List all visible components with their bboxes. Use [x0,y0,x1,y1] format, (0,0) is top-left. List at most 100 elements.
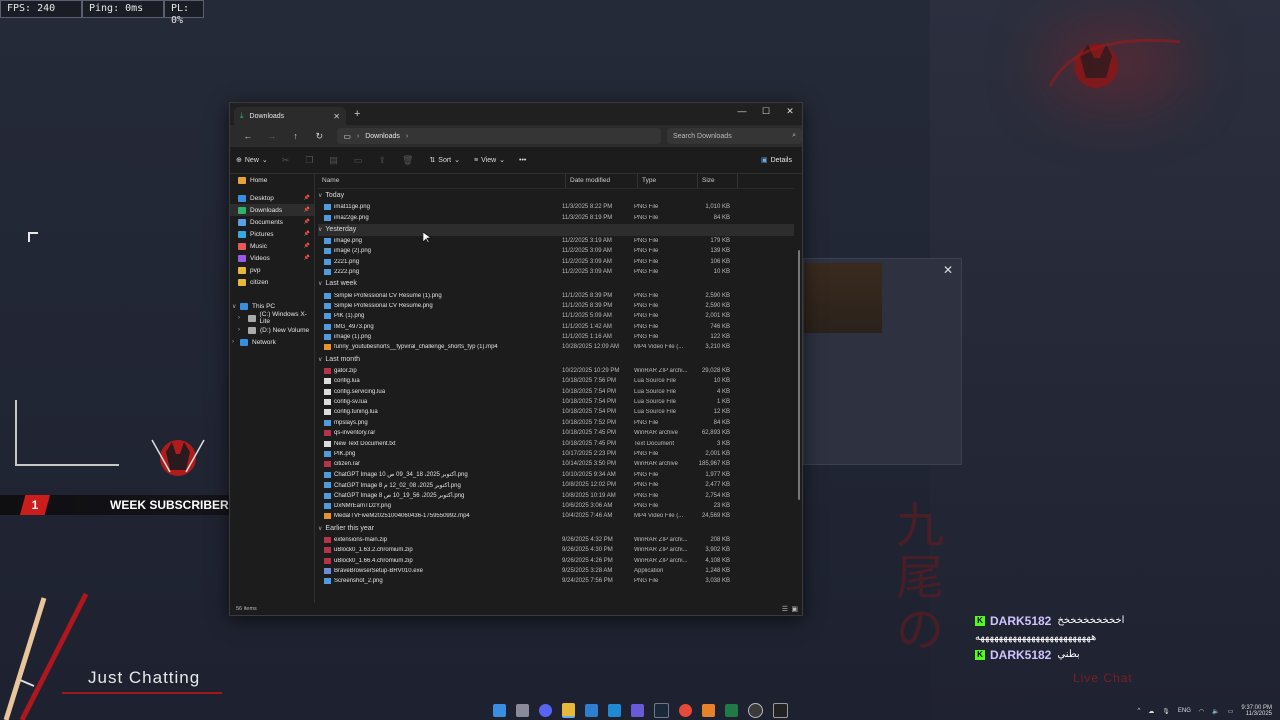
file-row[interactable]: Simple Professional CV Resume.png 11/1/20… [318,301,794,311]
forward-arrow-icon[interactable]: → [260,131,284,141]
battery-icon[interactable]: ▭ [1228,708,1234,715]
start-windows-icon[interactable] [492,703,506,717]
copy-icon[interactable]: ❐ [305,155,313,166]
file-row[interactable]: PIK.png 10/17/2025 2:23 PM PNG File 2,001 K… [318,449,794,459]
column-header-size[interactable]: Size [698,174,738,188]
file-explorer-window[interactable]: ⤓ Downloads ✕ + — ☐ ✕ ← → ↑ ↻ ▭ › Downlo… [229,102,803,616]
file-row[interactable]: Screenshot_2.png 9/24/2025 7:56 PM PNG Fil… [318,576,794,586]
search-input[interactable]: Search Downloads ⌕ [666,128,803,144]
refresh-icon[interactable]: ↻ [307,131,331,142]
expand-chevron-icon[interactable]: › [238,327,240,333]
group-header[interactable]: ∨ Today [318,190,794,202]
file-row[interactable]: gator.zip 10/22/2025 10:29 PM WinRAR ZIP a… [318,366,794,376]
column-header-name[interactable]: Name [318,174,566,188]
sidebar-item-pvp[interactable]: pvp [230,264,314,276]
group-collapse-icon[interactable]: ∨ [318,193,322,199]
file-row[interactable]: image.png 11/2/2025 3:19 AM PNG File 179 KB [318,236,794,246]
popup-close-icon[interactable]: ✕ [943,263,953,277]
details-button[interactable]: ▣ Details [761,156,792,165]
group-header[interactable]: ∨ Last week [318,278,794,290]
tree-item-3[interactable]: › Network [230,336,314,348]
file-row[interactable]: ChatGPT Image 8 أكتوبر 2025، 56_19_10 ص.… [318,490,794,500]
explorer-taskbar-icon[interactable] [561,702,575,718]
obs-icon[interactable] [747,702,763,718]
microphone-icon[interactable]: 🎙 [1162,708,1170,715]
sidebar-item-music[interactable]: Music 📌 [230,240,314,252]
tray-icon[interactable]: ☁ [1148,708,1154,715]
language-indicator[interactable]: ENG [1178,708,1191,714]
file-row[interactable]: uBlock0_1.63.2.chromium.zip 9/26/2025 4:3… [318,545,794,555]
group-collapse-icon[interactable]: ∨ [318,357,322,363]
tab-downloads[interactable]: ⤓ Downloads ✕ [234,107,346,125]
up-arrow-icon[interactable]: ↑ [284,131,308,141]
vertical-scrollbar[interactable] [798,250,800,500]
file-row[interactable]: ChatGPT Image 8 أكتوبر 2025، 08_02_12 م.… [318,480,794,490]
kick-icon[interactable] [772,702,788,718]
sidebar-item-desktop[interactable]: Desktop 📌 [230,192,314,204]
file-row[interactable]: config.lua 10/18/2025 7:56 PM Lua Source F… [318,376,794,386]
cut-icon[interactable]: ✂ [282,155,290,166]
rename-icon[interactable]: ▭ [354,155,363,166]
view-button[interactable]: ≡ View ⌄ [474,156,505,165]
list-view-icon[interactable]: ☰ [782,605,788,613]
file-row[interactable]: DxNMrEamTDzY.png 10/6/2025 3:06 AM PNG Fil… [318,501,794,511]
excel-icon[interactable] [724,703,738,717]
file-row[interactable]: Simple Professional CV Resume (1).png 11/… [318,290,794,300]
expand-chevron-icon[interactable]: ∨ [232,303,236,310]
file-row[interactable]: extensions-main.zip 9/26/2025 4:32 PM WinR… [318,535,794,545]
file-row[interactable]: imat11ge.png 11/3/2025 8:22 PM PNG File 1,0… [318,202,794,212]
sidebar-item-pictures[interactable]: Pictures 📌 [230,228,314,240]
vscode-icon[interactable] [607,703,621,717]
group-header[interactable]: ∨ Last month [318,354,794,366]
new-button[interactable]: ⊕ New ⌄ [236,156,268,165]
file-row[interactable]: qs-inventory.rar 10/18/2025 7:45 PM WinRAR… [318,428,794,438]
tiles-view-icon[interactable]: ▣ [791,605,798,613]
file-row[interactable]: citizen.rar 10/14/2025 3:50 PM WinRAR arch… [318,459,794,469]
file-row[interactable]: mpslays.png 10/18/2025 7:52 PM PNG File 84 … [318,418,794,428]
file-row[interactable]: IMG_4973.png 11/1/2025 1:42 AM PNG File 746… [318,322,794,332]
more-options-button[interactable]: ••• [519,157,526,164]
file-row[interactable]: config.tuning.lua 10/18/2025 7:54 PM Lua S… [318,407,794,417]
file-row[interactable]: image (2).png 11/2/2025 3:09 AM PNG File 13… [318,246,794,256]
column-header-date[interactable]: Date modified [566,174,638,188]
tree-item-2[interactable]: › (D:) New Volume [230,324,314,336]
address-bar[interactable]: ▭ › Downloads › [337,128,661,144]
minimize-icon[interactable]: — [730,103,754,119]
vlc-icon[interactable] [701,703,715,717]
file-row[interactable]: 2222.png 11/2/2025 3:09 AM PNG File 10 KB [318,267,794,277]
file-row[interactable]: uBlock0_1.66.4.chromium.zip 9/26/2025 4:2… [318,555,794,565]
photos-icon[interactable] [584,703,598,717]
sort-button[interactable]: ⇅ Sort ⌄ [429,156,460,165]
close-window-icon[interactable]: ✕ [778,103,802,119]
file-row[interactable]: BraveBrowserSetup-BRV010.exe 9/25/2025 3:… [318,566,794,576]
column-header-type[interactable]: Type [638,174,698,188]
sidebar-item-citizen[interactable]: citizen [230,276,314,288]
app-icon[interactable] [630,703,644,717]
tree-item-1[interactable]: › (C:) Windows X-Lite [230,311,314,325]
group-collapse-icon[interactable]: ∨ [318,281,322,287]
file-row[interactable]: config-sv.lua 10/18/2025 7:54 PM Lua Sourc… [318,397,794,407]
delete-icon[interactable]: 🗑 [402,155,413,166]
paste-icon[interactable]: ▤ [329,155,338,166]
file-row[interactable]: ima22ge.png 11/3/2025 8:19 PM PNG File 84 K… [318,212,794,222]
group-header[interactable]: ∨ Earlier this year [318,523,794,535]
group-header[interactable]: ∨ Yesterday [318,223,794,236]
file-row[interactable]: MedalTVFiveM20251004060436-1759550992.mp… [318,511,794,521]
steam-icon[interactable] [653,702,669,718]
file-row[interactable]: PIK (1).png 11/1/2025 5:09 AM PNG File 2,00… [318,311,794,321]
group-collapse-icon[interactable]: ∨ [318,227,322,233]
close-tab-icon[interactable]: ✕ [333,112,340,121]
discord-icon[interactable] [538,703,552,717]
sidebar-item-downloads[interactable]: Downloads 📌 [230,204,314,216]
expand-chevron-icon[interactable]: › [232,339,234,345]
file-row[interactable]: funny_youtubeshorts__fypviral_challenge_… [318,342,794,352]
maximize-icon[interactable]: ☐ [754,103,778,119]
volume-icon[interactable]: 🔈 [1212,708,1219,715]
sidebar-item-home[interactable]: Home [230,174,314,186]
breadcrumb-downloads[interactable]: Downloads [365,133,400,140]
file-row[interactable]: 2221.png 11/2/2025 3:09 AM PNG File 106 KB [318,257,794,267]
file-row[interactable]: New Text Document.txt 10/18/2025 7:45 PM T… [318,438,794,448]
tray-chevron-icon[interactable]: ^ [1137,708,1140,714]
chrome-icon[interactable] [678,703,692,717]
new-tab-button[interactable]: + [354,108,360,120]
